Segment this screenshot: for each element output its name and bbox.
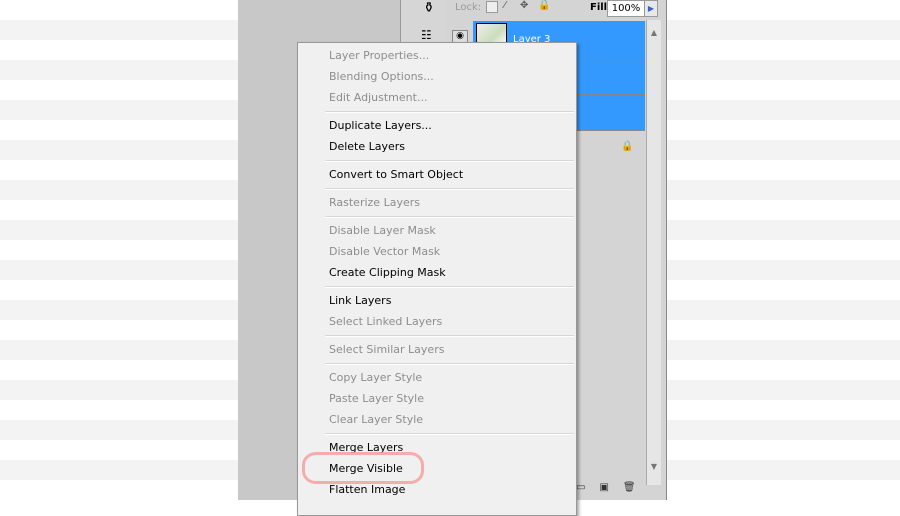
lock-brush-icon[interactable]: ⁄: [504, 0, 506, 11]
highlight-circle-annotation: [302, 452, 424, 484]
new-group-icon[interactable]: ▭: [576, 482, 599, 493]
menu-item-paste-layer-style: Paste Layer Style: [329, 392, 424, 405]
fill-arrow-button[interactable]: ▶: [644, 0, 658, 17]
lock-move-icon[interactable]: ✥: [520, 0, 528, 11]
brush-tool-icon[interactable]: ⚱: [423, 0, 435, 16]
menu-item-create-clipping-mask[interactable]: Create Clipping Mask: [298, 262, 576, 283]
background-lock-icon: 🔒: [621, 141, 634, 152]
layer-context-menu: Layer Properties... Blending Options... Ed…: [297, 42, 577, 516]
menu-item-select-similar-layers: Select Similar Layers: [329, 343, 445, 356]
menu-item-copy-layer-style: Copy Layer Style: [329, 371, 423, 384]
menu-item-duplicate-layers[interactable]: Duplicate Layers...: [298, 115, 576, 136]
layer-comps-icon[interactable]: ☷: [421, 28, 432, 42]
layers-scrollbar[interactable]: ▲ ▼: [646, 20, 661, 485]
menu-item-layer-properties: Layer Properties...: [329, 49, 430, 62]
panel-bottom-toolbar: ▭▣🗑: [576, 482, 650, 493]
menu-item-edit-adjustment: Edit Adjustment...: [329, 91, 428, 104]
lock-label: Lock:: [455, 2, 482, 13]
menu-item-rasterize-layers: Rasterize Layers: [329, 196, 420, 209]
menu-item-delete-layers[interactable]: Delete Layers: [298, 136, 576, 157]
delete-layer-icon[interactable]: 🗑: [623, 482, 650, 493]
menu-item-disable-layer-mask: Disable Layer Mask: [329, 224, 436, 237]
menu-item-convert-to-smart-object[interactable]: Convert to Smart Object: [298, 164, 576, 185]
new-layer-icon[interactable]: ▣: [599, 482, 622, 493]
menu-separator: [325, 111, 574, 113]
menu-item-select-linked-layers: Select Linked Layers: [329, 315, 443, 328]
menu-item-link-layers[interactable]: Link Layers: [298, 290, 576, 311]
lock-transparent-icon[interactable]: [486, 1, 498, 13]
lock-all-icon[interactable]: 🔒: [538, 0, 550, 11]
menu-item-disable-vector-mask: Disable Vector Mask: [329, 245, 441, 258]
menu-separator: [325, 216, 574, 218]
menu-item-blending-options: Blending Options...: [329, 70, 434, 83]
menu-item-clear-layer-style: Clear Layer Style: [329, 413, 424, 426]
menu-separator: [325, 433, 574, 435]
menu-separator: [325, 363, 574, 365]
menu-separator: [325, 335, 574, 337]
menu-separator: [325, 160, 574, 162]
menu-separator: [325, 188, 574, 190]
menu-separator: [325, 286, 574, 288]
fill-input[interactable]: 100%: [607, 0, 645, 17]
